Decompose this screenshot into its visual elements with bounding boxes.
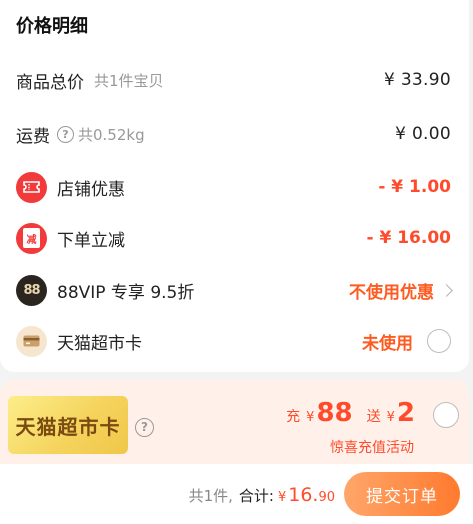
goods-total-amount: ¥ 33.90 (384, 70, 451, 90)
card-icon (16, 325, 47, 357)
total-amount-decimal: 90 (318, 490, 335, 505)
goods-count-text: 共1件宝贝 (94, 71, 164, 90)
vip-88-icon: 88 (16, 274, 47, 306)
question-icon: ? (135, 417, 154, 437)
item-count: 共1件, (188, 487, 233, 505)
gift-currency: ¥ (386, 410, 395, 425)
shipping-weight: 共0.52kg (78, 125, 145, 144)
promo-offer: 充 ¥ 88 送 ¥ 2 (286, 398, 415, 428)
shop-discount-row: 店铺优惠 - ¥ 1.00 (16, 171, 451, 203)
order-discount-amount: - ¥ 16.00 (366, 228, 452, 248)
reduce-glyph: 减 (23, 228, 40, 248)
price-detail-title: 价格明细 (16, 16, 88, 37)
total-currency: ¥ (277, 490, 287, 505)
order-total: 共1件, 合计: ¥ 16. 90 (189, 484, 335, 506)
gift-amount: 2 (396, 398, 415, 428)
promo-radio[interactable] (433, 402, 459, 428)
vip-discount-action[interactable]: 不使用优惠 (349, 274, 453, 306)
goods-total-label: 商品总价 (16, 72, 84, 93)
shipping-row: 运费 ? 共0.52kg ¥ 0.00 (16, 118, 451, 150)
promo-subtitle: 惊喜充值活动 (330, 440, 414, 456)
shop-discount-amount: - ¥ 1.00 (378, 177, 451, 197)
tmall-card-badge: 天猫超市卡 (8, 396, 128, 454)
tmall-card-label: 天猫超市卡 (57, 333, 142, 354)
vip-discount-label: 88VIP 专享 9.5折 (57, 282, 195, 303)
total-label: 合计: (238, 487, 274, 505)
recharge-promo-banner[interactable]: 天猫超市卡 ? 充 ¥ 88 送 ¥ 2 惊喜充值活动 (0, 380, 469, 464)
goods-total-row: 商品总价 共1件宝贝 ¥ 33.90 (16, 64, 451, 96)
shipping-label: 运费 (16, 126, 50, 147)
submit-order-button[interactable]: 提交订单 (344, 472, 460, 516)
tmall-card-status: 未使用 (362, 333, 413, 354)
vip-discount-row[interactable]: 88 88VIP 专享 9.5折 不使用优惠 (16, 274, 453, 306)
shop-discount-label: 店铺优惠 (57, 179, 125, 200)
order-discount-row: 减 下单立减 - ¥ 16.00 (16, 222, 451, 254)
ticket-icon (16, 171, 47, 203)
price-detail-card: 价格明细 商品总价 共1件宝贝 ¥ 33.90 运费 ? 共0.52kg ¥ 0… (0, 0, 469, 372)
question-icon[interactable]: ? (57, 125, 74, 143)
total-amount-integer: 16. (288, 484, 319, 506)
tmall-card-row[interactable]: 天猫超市卡 未使用 (16, 325, 451, 357)
tmall-card-status-group: 未使用 (362, 325, 451, 357)
checkout-bar: 共1件, 合计: ¥ 16. 90 提交订单 (0, 464, 473, 524)
charge-amount: 88 (316, 398, 353, 428)
order-discount-label: 下单立减 (57, 230, 125, 251)
vip-discount-action-label: 不使用优惠 (349, 282, 434, 303)
shipping-amount: ¥ 0.00 (395, 124, 451, 144)
gift-label: 送 (366, 409, 381, 425)
charge-currency: ¥ (306, 410, 315, 425)
coupon-icon: 减 (16, 222, 47, 254)
tmall-card-radio[interactable] (427, 329, 451, 353)
promo-help[interactable]: ? (135, 416, 154, 437)
chevron-right-icon (440, 283, 453, 297)
charge-label: 充 (286, 409, 301, 425)
